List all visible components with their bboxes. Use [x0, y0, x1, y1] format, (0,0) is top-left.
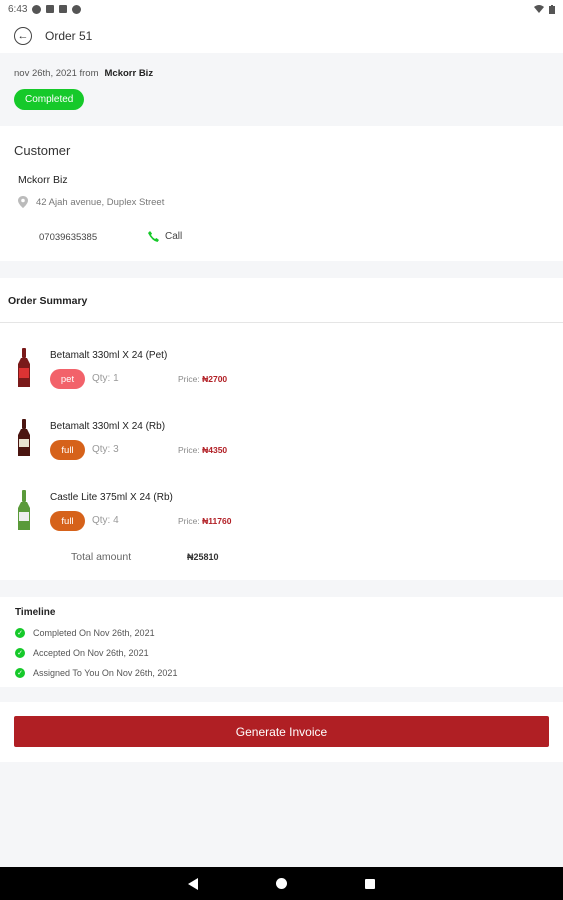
item-tag: pet: [50, 369, 85, 389]
nav-recents-button[interactable]: [365, 878, 375, 889]
timeline-event-text: Assigned To You On Nov 26th, 2021: [33, 668, 178, 678]
system-nav-bar: [0, 867, 563, 900]
product-bottle-icon: [18, 348, 30, 387]
total-value: ₦25810: [187, 552, 219, 562]
item-price: Price: ₦4350: [178, 445, 227, 455]
invoice-section: Generate Invoice: [0, 702, 563, 762]
status-badge: Completed: [14, 89, 85, 110]
timeline-event-text: Accepted On Nov 26th, 2021: [33, 648, 149, 658]
arrow-left-icon: ←: [17, 29, 29, 42]
status-bar: 6:43: [0, 0, 563, 18]
phone-icon: [148, 231, 159, 242]
summary-section-title: Order Summary: [8, 295, 88, 307]
price-label: Price:: [178, 445, 200, 455]
customer-section-title: Customer: [14, 143, 71, 158]
notification-icon: [72, 4, 82, 14]
battery-icon: [549, 4, 555, 14]
timeline-event: ✓ Accepted On Nov 26th, 2021: [15, 648, 149, 658]
call-label: Call: [165, 231, 183, 242]
order-header: nov 26th, 2021 from Mckorr Biz Completed: [0, 53, 563, 126]
item-price: Price: ₦11760: [178, 516, 231, 526]
price-label: Price:: [178, 516, 200, 526]
page-title: Order 51: [45, 28, 93, 43]
price-value: ₦2700: [202, 374, 228, 384]
notification-icon: [59, 5, 68, 13]
check-circle-icon: ✓: [15, 628, 25, 638]
product-bottle-icon: [18, 419, 30, 456]
generate-invoice-button[interactable]: Generate Invoice: [14, 716, 549, 747]
order-summary-card: Order Summary Betamalt 330ml X 24 (Pet) …: [0, 278, 563, 580]
order-meta: nov 26th, 2021 from Mckorr Biz: [14, 68, 549, 79]
nav-home-button[interactable]: [276, 878, 287, 889]
item-qty: Qty: 4: [92, 515, 119, 526]
order-item: Castle Lite 375ml X 24 (Rb) full Qty: 4 …: [0, 490, 563, 545]
back-button[interactable]: ←: [14, 26, 32, 45]
timeline-card: Timeline ✓ Completed On Nov 26th, 2021 ✓…: [0, 597, 563, 687]
address-text: 42 Ajah avenue, Duplex Street: [36, 196, 165, 208]
timeline-event: ✓ Completed On Nov 26th, 2021: [15, 628, 155, 638]
nav-back-button[interactable]: [188, 877, 198, 890]
notification-icon: [46, 5, 55, 13]
order-date: nov 26th, 2021 from: [14, 68, 99, 79]
timeline-event: ✓ Assigned To You On Nov 26th, 2021: [15, 668, 177, 678]
order-item: Betamalt 330ml X 24 (Pet) pet Qty: 1 Pri…: [0, 348, 563, 403]
timeline-event-text: Completed On Nov 26th, 2021: [33, 628, 155, 638]
check-circle-icon: ✓: [15, 648, 25, 658]
item-name: Castle Lite 375ml X 24 (Rb): [50, 492, 173, 503]
item-name: Betamalt 330ml X 24 (Rb): [50, 421, 166, 432]
price-value: ₦11760: [202, 516, 232, 526]
wifi-icon: [534, 5, 544, 13]
item-qty: Qty: 1: [92, 373, 119, 384]
price-value: ₦4350: [202, 445, 228, 455]
location-pin-icon: [18, 196, 28, 208]
call-button[interactable]: Call: [148, 231, 182, 242]
item-price: Price: ₦2700: [178, 374, 227, 384]
price-label: Price:: [178, 374, 200, 384]
notification-icon: [32, 4, 42, 14]
divider: [0, 322, 563, 323]
customer-phone: 07039635385: [39, 232, 98, 243]
check-circle-icon: ✓: [15, 668, 25, 678]
timeline-title: Timeline: [15, 607, 56, 618]
status-time: 6:43: [8, 3, 28, 15]
item-qty: Qty: 3: [92, 444, 119, 455]
order-source: Mckorr Biz: [104, 68, 154, 79]
item-tag: full: [50, 511, 85, 531]
order-item: Betamalt 330ml X 24 (Rb) full Qty: 3 Pri…: [0, 419, 563, 474]
customer-card: Customer Mckorr Biz 42 Ajah avenue, Dupl…: [0, 126, 563, 261]
customer-name: Mckorr Biz: [18, 174, 68, 186]
app-bar: ← Order 51: [0, 18, 563, 53]
product-bottle-icon: [18, 490, 30, 530]
total-label: Total amount: [71, 551, 132, 563]
item-tag: full: [50, 440, 85, 460]
item-name: Betamalt 330ml X 24 (Pet): [50, 350, 168, 361]
customer-address: 42 Ajah avenue, Duplex Street: [18, 196, 164, 208]
